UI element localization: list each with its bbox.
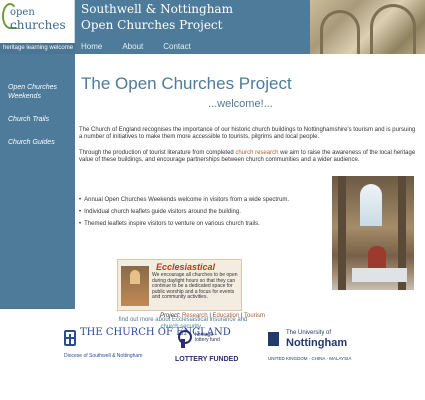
church-research-link[interactable]: church research [235,150,278,156]
tagline: heritage learning welcome [0,43,75,54]
open-churches-logo[interactable]: open churches [0,0,75,43]
lottery-funded-label: LOTTERY FUNDED [175,356,239,363]
table-shape [352,268,407,282]
intro2-text-before: Through the production of tourist litera… [79,150,236,156]
lottery-fund-name: heritage lottery fund [195,332,220,343]
logo-word-churches: churches [10,18,66,32]
intro-paragraph: The Church of England recognises the imp… [79,127,416,140]
nav-about[interactable]: About [122,42,143,51]
project-label: Project: [159,313,181,319]
list-item: Annual Open Churches Weekends welcome in… [79,197,319,204]
ecclesiastical-brand: Ecclesiastical [156,262,216,272]
page: open churches heritage learning welcome … [0,0,425,400]
ecclesiastical-text: We encourage all churches to be open dur… [152,272,238,300]
coe-name: THE CHURCH OF ENGLAND [80,327,231,338]
project-link-research[interactable]: Research [182,313,208,319]
ecclesiastical-emblem-icon [121,266,149,306]
uon-prefix: The University of [286,330,332,336]
header-band: Southwell & Nottingham Open Churches Pro… [75,0,310,54]
nav-home[interactable]: Home [81,42,102,51]
project-link-tourism[interactable]: Tourism [244,313,265,319]
sidebar-item-church-guides[interactable]: Church Guides [8,138,55,147]
welcome-text: ...welcome!... [208,98,273,110]
lottery-hand-icon [176,330,192,348]
arch-shape [320,10,360,54]
arch-shape [370,4,416,54]
church-of-england-cross-icon [64,330,76,346]
sidebar-item-church-trails[interactable]: Church Trails [8,115,49,124]
university-castle-icon [268,332,279,346]
site-title-line-1: Southwell & Nottingham [81,2,233,16]
church-interior-photo [332,176,414,290]
site-title-line-2: Open Churches Project [81,18,223,32]
header-stonework-photo [310,0,425,54]
uon-campuses: UNITED KINGDOM · CHINA · MALAYSIA [268,356,352,361]
logo-word-open: open [10,7,35,18]
pillar-shape [338,176,346,290]
uon-name: Nottingham [286,337,348,349]
nav-contact[interactable]: Contact [163,42,191,51]
top-nav: Home About Contact [81,42,191,51]
page-title: The Open Churches Project [81,74,292,93]
intro-paragraph-2: Through the production of tourist litera… [79,150,419,164]
stained-window-shape [360,184,382,226]
project-link-education[interactable]: Education [213,313,240,319]
sponsor-logos: THE CHURCH OF ENGLAND Diocese of Southwe… [0,328,425,400]
ecclesiastical-advert[interactable]: Ecclesiastical We encourage all churches… [117,259,242,311]
sidebar-item-open-churches-weekends[interactable]: Open Churches Weekends [8,83,68,101]
bullet-list: Annual Open Churches Weekends welcome in… [79,197,319,233]
list-item: Themed leaflets inspire visitors to vent… [79,221,319,228]
sidebar: Open Churches Weekends Church Trails Chu… [0,54,75,309]
project-links: Project: Research | Education | Tourism [0,313,425,319]
coe-diocese: Diocese of Southwell & Nottingham [64,353,143,359]
list-item: Individual church leaflets guide visitor… [79,209,319,216]
